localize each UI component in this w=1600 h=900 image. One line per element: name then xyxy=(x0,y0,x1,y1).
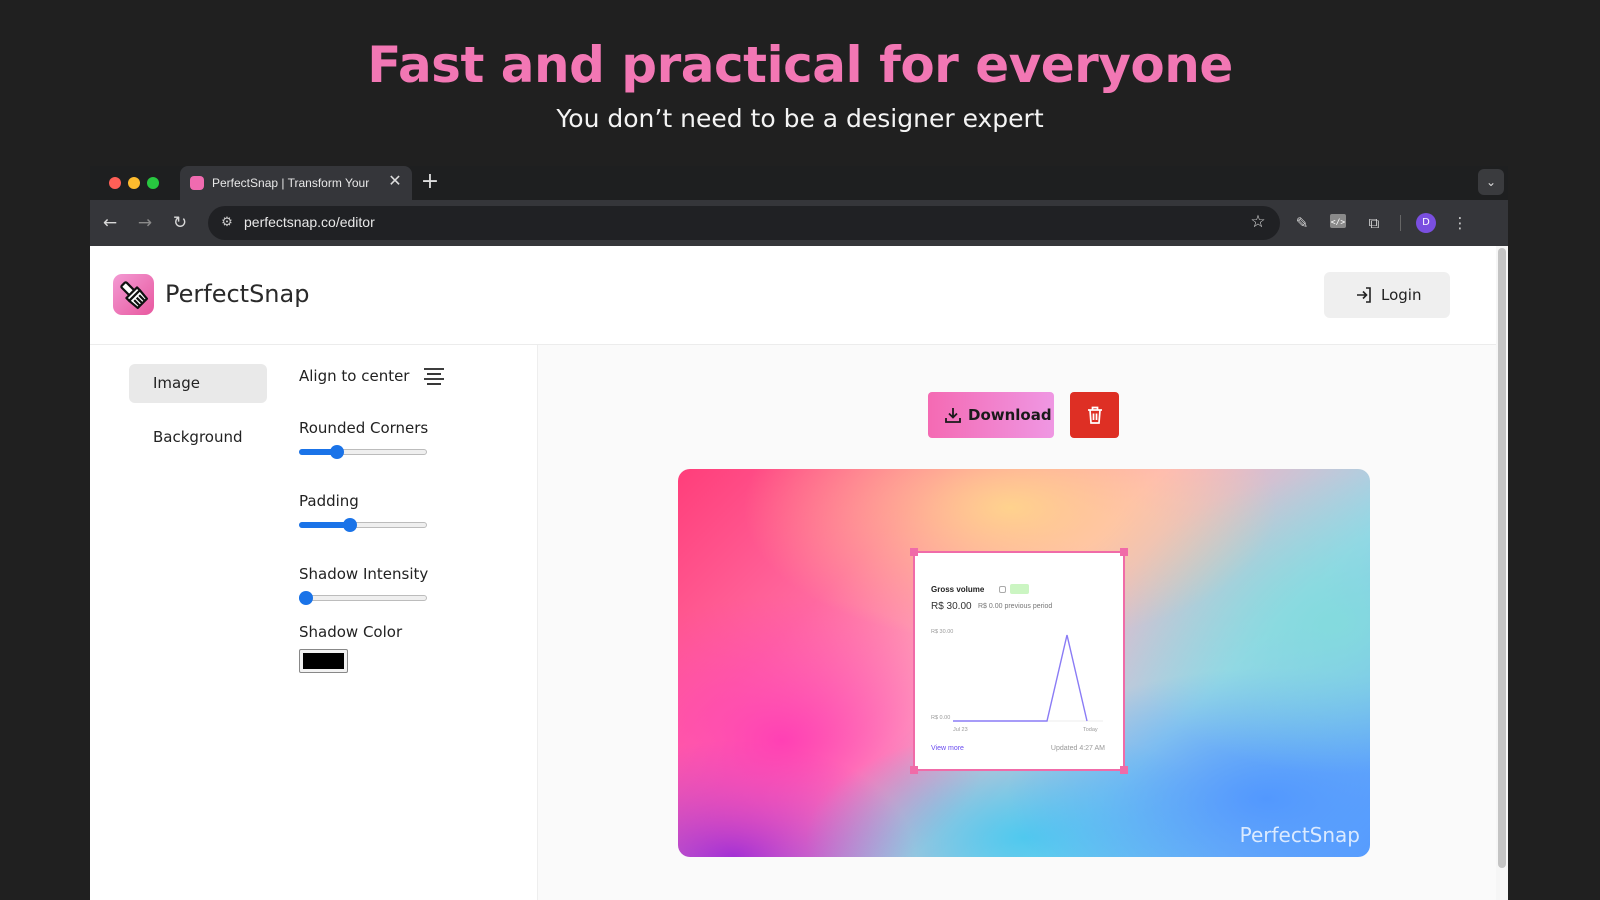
rounded-corners-label: Rounded Corners xyxy=(299,419,429,437)
status-badge xyxy=(1010,584,1029,594)
reload-icon[interactable]: ↻ xyxy=(169,212,191,234)
shadow-color-picker[interactable] xyxy=(299,649,348,673)
bookmark-star-icon[interactable]: ☆ xyxy=(1248,212,1268,232)
svg-text:</>: </> xyxy=(1331,218,1346,227)
perfectsnap-logo-icon[interactable] xyxy=(113,274,154,315)
tab-search-dropdown-icon[interactable]: ⌄ xyxy=(1478,169,1504,195)
shadow-intensity-slider[interactable] xyxy=(299,591,427,605)
padding-label: Padding xyxy=(299,492,359,510)
slider-thumb[interactable] xyxy=(343,518,358,532)
page-content: PerfectSnap Login Image Background Align… xyxy=(90,246,1508,900)
resize-handle[interactable] xyxy=(1120,548,1128,556)
shadow-intensity-label: Shadow Intensity xyxy=(299,565,429,583)
card-title: Gross volume xyxy=(931,585,985,594)
align-center-icon[interactable] xyxy=(423,367,445,385)
download-label: Download xyxy=(968,406,1052,424)
tab-title: PerfectSnap | Transform Your xyxy=(212,176,370,190)
trash-icon xyxy=(1088,406,1102,424)
x-axis-start-label: Jul 23 xyxy=(953,727,968,733)
watermark: PerfectSnap xyxy=(1239,823,1360,847)
x-axis-end-label: Today xyxy=(1083,727,1098,733)
nav-tab-background-label: Background xyxy=(153,428,243,446)
updated-timestamp: Updated 4:27 AM xyxy=(1050,745,1105,752)
align-center-label[interactable]: Align to center xyxy=(299,367,409,385)
scrollbar-thumb[interactable] xyxy=(1498,248,1506,868)
hero-subtitle: You don’t need to be a designer expert xyxy=(556,104,1044,133)
toolbar-divider xyxy=(1400,215,1401,231)
scrollbar[interactable] xyxy=(1496,246,1508,900)
back-arrow-icon[interactable]: ← xyxy=(99,212,121,234)
view-more-link[interactable]: View more xyxy=(931,745,964,752)
download-button[interactable]: Download xyxy=(928,392,1054,438)
screenshot-frame[interactable]: Gross volume R$ 30.00 R$ 0.00 previous p… xyxy=(910,548,1128,774)
browser-tab[interactable]: PerfectSnap | Transform Your ✕ xyxy=(180,166,412,200)
tab-close-icon[interactable]: ✕ xyxy=(386,173,404,191)
tab-strip: PerfectSnap | Transform Your ✕ + ⌄ xyxy=(90,166,1508,200)
new-tab-button[interactable]: + xyxy=(420,171,440,193)
eyedropper-extension-icon[interactable]: ✎ xyxy=(1291,212,1313,234)
login-icon xyxy=(1357,287,1371,303)
login-button[interactable]: Login xyxy=(1324,272,1450,318)
card-previous: R$ 0.00 previous period xyxy=(978,603,1053,610)
brand-name: PerfectSnap xyxy=(165,280,310,308)
maximize-window-button[interactable] xyxy=(147,177,159,189)
nav-tab-background[interactable]: Background xyxy=(129,418,267,457)
browser-menu-icon[interactable]: ⋮ xyxy=(1449,212,1471,234)
browser-window: PerfectSnap | Transform Your ✕ + ⌄ ← → ↻… xyxy=(90,166,1508,900)
shadow-color-swatch xyxy=(303,653,344,669)
delete-image-button[interactable] xyxy=(1070,392,1119,438)
resize-handle[interactable] xyxy=(1120,766,1128,774)
hero-title: Fast and practical for everyone xyxy=(367,36,1233,94)
favicon-icon xyxy=(190,176,204,190)
site-settings-icon[interactable]: ⚙ xyxy=(218,214,236,232)
minimize-window-button[interactable] xyxy=(128,177,140,189)
mini-line-chart xyxy=(953,634,1103,722)
info-icon xyxy=(999,586,1006,593)
extensions-puzzle-icon[interactable]: ⧉ xyxy=(1363,212,1385,234)
card-value: R$ 30.00 xyxy=(931,601,972,612)
login-label: Login xyxy=(1381,286,1422,304)
rounded-corners-slider[interactable] xyxy=(299,445,427,459)
padding-slider[interactable] xyxy=(299,518,427,532)
profile-avatar[interactable]: D xyxy=(1416,213,1436,233)
resize-handle[interactable] xyxy=(910,766,918,774)
address-bar[interactable]: ⚙ perfectsnap.co/editor ☆ xyxy=(208,206,1280,240)
forward-arrow-icon[interactable]: → xyxy=(134,212,156,234)
shadow-color-label: Shadow Color xyxy=(299,623,403,641)
nav-tab-image-label: Image xyxy=(153,374,200,392)
close-window-button[interactable] xyxy=(109,177,121,189)
slider-thumb[interactable] xyxy=(329,445,344,459)
url-text[interactable]: perfectsnap.co/editor xyxy=(244,214,375,230)
browser-toolbar: ← → ↻ ⚙ perfectsnap.co/editor ☆ ✎ </> ⧉ … xyxy=(90,200,1508,246)
slider-thumb[interactable] xyxy=(299,591,313,605)
preview-canvas[interactable]: Gross volume R$ 30.00 R$ 0.00 previous p… xyxy=(678,469,1370,857)
resize-handle[interactable] xyxy=(910,548,918,556)
code-extension-icon[interactable]: </> xyxy=(1327,212,1349,234)
slider-track xyxy=(299,595,427,601)
download-icon xyxy=(945,408,961,423)
nav-tab-image[interactable]: Image xyxy=(129,364,267,403)
